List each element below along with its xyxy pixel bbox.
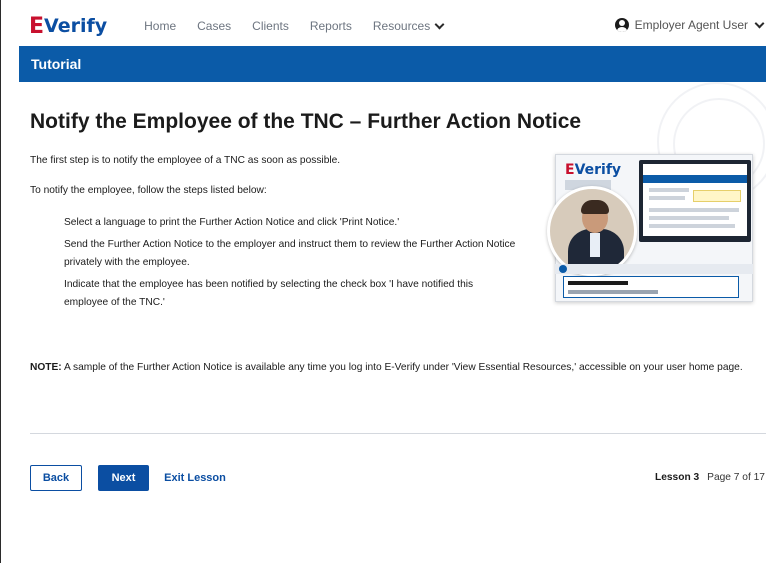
page-title: Notify the Employee of the TNC – Further… (30, 110, 582, 133)
lesson-number: Lesson 3 (655, 472, 700, 483)
page-counter: Page 7 of 17 (707, 472, 765, 483)
lesson-progress: Lesson 3 Page 7 of 17 (655, 472, 765, 483)
nav-cases[interactable]: Cases (197, 19, 231, 33)
banner-title: Tutorial (31, 56, 82, 72)
exit-lesson-link[interactable]: Exit Lesson (163, 465, 227, 491)
logo-verify: Verify (44, 15, 108, 37)
intro-text: The first step is to notify the employee… (30, 155, 341, 166)
nav-clients[interactable]: Clients (252, 19, 289, 33)
chevron-down-icon[interactable] (434, 19, 445, 29)
note-label: NOTE: (30, 362, 62, 373)
note-body: A sample of the Further Action Notice is… (61, 362, 743, 373)
employee-photo (547, 186, 637, 276)
next-button[interactable]: Next (98, 465, 149, 491)
note-text: NOTE: A sample of the Further Action Not… (30, 358, 750, 378)
user-circle-icon (614, 18, 629, 32)
info-icon (559, 265, 567, 273)
user-name: Employer Agent User (634, 18, 748, 32)
page-frame: E Verify Home Cases Clients Reports Reso… (0, 0, 766, 563)
illustration-logo: EVerify (565, 162, 622, 178)
nav-home[interactable]: Home (144, 19, 176, 33)
nav-reports[interactable]: Reports (310, 19, 352, 33)
step-2: Send the Further Action Notice to the em… (64, 239, 516, 268)
everify-logo[interactable]: E Verify (29, 13, 107, 39)
nav-resources[interactable]: Resources (373, 19, 430, 33)
step-1: Select a language to print the Further A… (64, 217, 400, 228)
divider (30, 433, 766, 434)
tutorial-illustration: EVerify (547, 152, 755, 306)
lead-text: To notify the employee, follow the steps… (30, 185, 267, 196)
top-navigation: E Verify Home Cases Clients Reports Reso… (19, 6, 766, 46)
step-3: Indicate that the employee has been noti… (64, 279, 474, 308)
chevron-down-icon[interactable] (754, 18, 765, 28)
user-menu[interactable]: Employer Agent User (614, 18, 766, 32)
back-button[interactable]: Back (30, 465, 82, 491)
nav-links: Home Cases Clients Reports Resources (144, 19, 445, 33)
logo-e: E (29, 13, 44, 39)
tutorial-banner: Tutorial (19, 46, 766, 82)
